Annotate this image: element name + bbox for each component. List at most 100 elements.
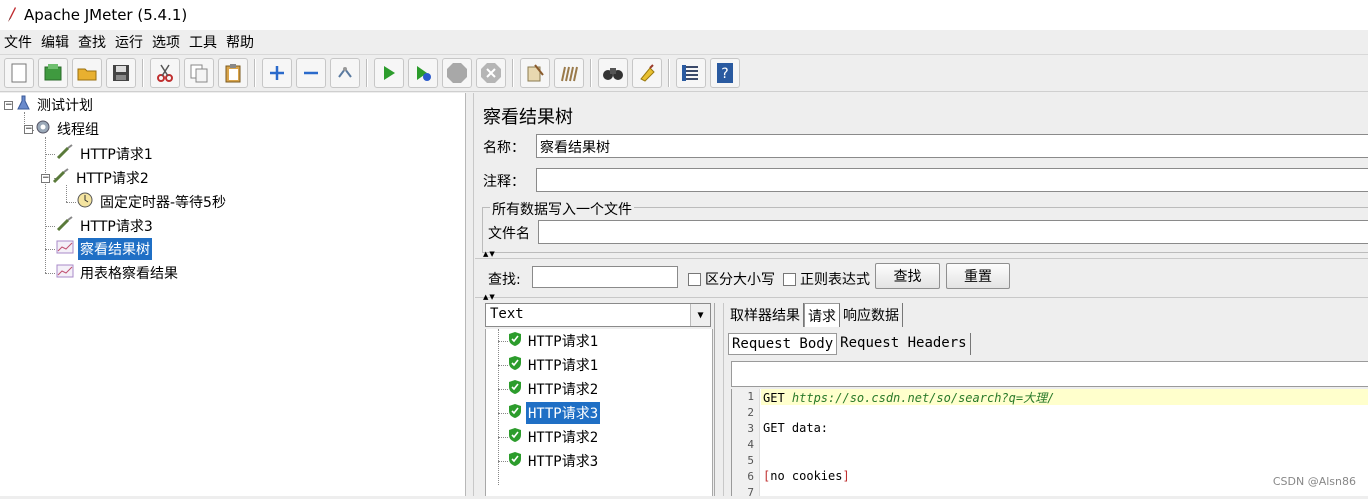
paste-icon[interactable] (218, 58, 248, 88)
clear-icon[interactable] (520, 58, 550, 88)
start-no-pauses-icon[interactable] (408, 58, 438, 88)
tree-item-view-results-table[interactable]: 用表格察看结果 (56, 262, 180, 284)
success-shield-icon (508, 355, 522, 375)
jmeter-logo-icon (0, 0, 24, 30)
comment-label: 注释： (483, 174, 525, 190)
templates-icon[interactable] (38, 58, 68, 88)
tree-item-test-plan[interactable]: − 测试计划 (4, 94, 95, 116)
menu-search[interactable]: 查找 (74, 32, 111, 52)
help-icon[interactable]: ? (710, 58, 740, 88)
line-number: 5 (747, 454, 754, 467)
result-item[interactable]: HTTP请求1 (508, 330, 600, 352)
save-icon[interactable] (106, 58, 136, 88)
collapse-toggle-icon[interactable]: − (4, 100, 13, 110)
menu-tools[interactable]: 工具 (185, 32, 222, 52)
search-bar: 查找: 区分大小写 正则表达式 查找 重置 (475, 258, 1368, 298)
tab-sampler-result[interactable]: 取样器结果 (727, 303, 804, 327)
pane-splitter[interactable] (466, 93, 474, 496)
filename-label: 文件名 (488, 226, 530, 242)
stop-icon[interactable] (442, 58, 472, 88)
new-icon[interactable] (4, 58, 34, 88)
regex-checkbox[interactable]: 正则表达式 (783, 269, 870, 289)
splitter-arrows-icon[interactable]: ▲▼ (483, 250, 496, 258)
sampler-pipette-icon (52, 168, 70, 188)
tab-request-body[interactable]: Request Body (728, 333, 838, 355)
toolbar: ? (0, 54, 1368, 92)
results-splitter[interactable] (714, 303, 724, 496)
request-search-field[interactable] (731, 361, 1368, 387)
filename-field[interactable] (538, 220, 1368, 244)
case-sensitive-checkbox[interactable]: 区分大小写 (688, 269, 775, 289)
collapse-icon[interactable] (296, 58, 326, 88)
shutdown-icon[interactable] (476, 58, 506, 88)
listener-graph-icon (56, 263, 74, 283)
menu-options[interactable]: 选项 (148, 32, 185, 52)
menu-edit[interactable]: 编辑 (37, 32, 74, 52)
line-number: 2 (747, 406, 754, 419)
line-number: 7 (747, 486, 754, 499)
find-button[interactable]: 查找 (875, 263, 940, 289)
reset-search-icon[interactable] (632, 58, 662, 88)
menu-run[interactable]: 运行 (111, 32, 148, 52)
tree-item-http-request-1[interactable]: HTTP请求1 (56, 143, 155, 165)
success-shield-icon (508, 403, 522, 423)
function-helper-icon[interactable] (676, 58, 706, 88)
svg-text:?: ? (721, 66, 728, 82)
name-field[interactable]: 察看结果树 (536, 134, 1368, 158)
watermark: CSDN @Alsn86 (1272, 475, 1356, 488)
tab-request-headers[interactable]: Request Headers (837, 333, 971, 355)
write-to-file-group-title: 所有数据写入一个文件 (490, 199, 634, 219)
result-item[interactable]: HTTP请求3 (508, 450, 600, 472)
search-icon[interactable] (598, 58, 628, 88)
cut-icon[interactable] (150, 58, 180, 88)
menu-bar: 文件 编辑 查找 运行 选项 工具 帮助 (0, 30, 1368, 54)
splitter-arrows-icon[interactable]: ▲▼ (483, 293, 496, 301)
collapse-toggle-icon[interactable]: − (24, 124, 33, 134)
title-bar: Apache JMeter (5.4.1) (0, 0, 1368, 30)
code-line: [no cookies] (763, 469, 850, 483)
name-label: 名称： (483, 140, 525, 156)
expand-icon[interactable] (262, 58, 292, 88)
tree-item-http-request-2[interactable]: − HTTP请求2 (41, 167, 151, 189)
request-subtabs: Request Body Request Headers (728, 333, 971, 355)
result-item[interactable]: HTTP请求2 (508, 426, 600, 448)
search-label: 查找: (488, 272, 521, 288)
menu-help[interactable]: 帮助 (222, 32, 259, 52)
tree-item-constant-timer[interactable]: 固定定时器-等待5秒 (76, 191, 228, 213)
window-title: Apache JMeter (5.4.1) (24, 6, 188, 24)
result-item-selected[interactable]: HTTP请求3 (508, 402, 601, 424)
test-plan-tree: − 测试计划 − 线程组 HTTP请求1 − HTTP请求2 固定定时器-等待5… (0, 93, 466, 496)
request-url: https://so.csdn.net/so/search?q=大理/ (791, 391, 1055, 405)
tab-response-data[interactable]: 响应数据 (840, 303, 903, 327)
comment-field[interactable] (536, 168, 1368, 192)
tree-item-thread-group[interactable]: − 线程组 (24, 118, 101, 140)
checkbox-icon[interactable] (688, 272, 701, 286)
sampler-pipette-icon (56, 216, 74, 236)
tab-request[interactable]: 请求 (804, 303, 840, 327)
timer-clock-icon (76, 191, 94, 213)
test-plan-icon (15, 95, 31, 115)
search-input[interactable] (532, 266, 678, 288)
tree-item-http-request-3[interactable]: HTTP请求3 (56, 215, 155, 237)
result-item[interactable]: HTTP请求2 (508, 378, 600, 400)
copy-icon[interactable] (184, 58, 214, 88)
checkbox-icon[interactable] (783, 272, 796, 286)
code-line: GET data: (763, 421, 829, 435)
success-shield-icon (508, 427, 522, 447)
line-number: 4 (747, 438, 754, 451)
result-tabs: 取样器结果 请求 响应数据 (727, 303, 903, 327)
thread-group-gear-icon (35, 119, 51, 139)
success-shield-icon (508, 379, 522, 399)
clear-all-icon[interactable] (554, 58, 584, 88)
menu-file[interactable]: 文件 (0, 32, 37, 52)
toggle-icon[interactable] (330, 58, 360, 88)
result-item[interactable]: HTTP请求1 (508, 354, 600, 376)
chevron-down-icon[interactable]: ▼ (690, 304, 710, 326)
line-number: 1 (747, 390, 754, 403)
renderer-select[interactable]: Text ▼ (485, 303, 711, 327)
start-icon[interactable] (374, 58, 404, 88)
reset-button[interactable]: 重置 (946, 263, 1010, 289)
collapse-toggle-icon[interactable]: − (41, 173, 50, 183)
open-icon[interactable] (72, 58, 102, 88)
tree-item-view-results-tree[interactable]: 察看结果树 (56, 238, 152, 260)
